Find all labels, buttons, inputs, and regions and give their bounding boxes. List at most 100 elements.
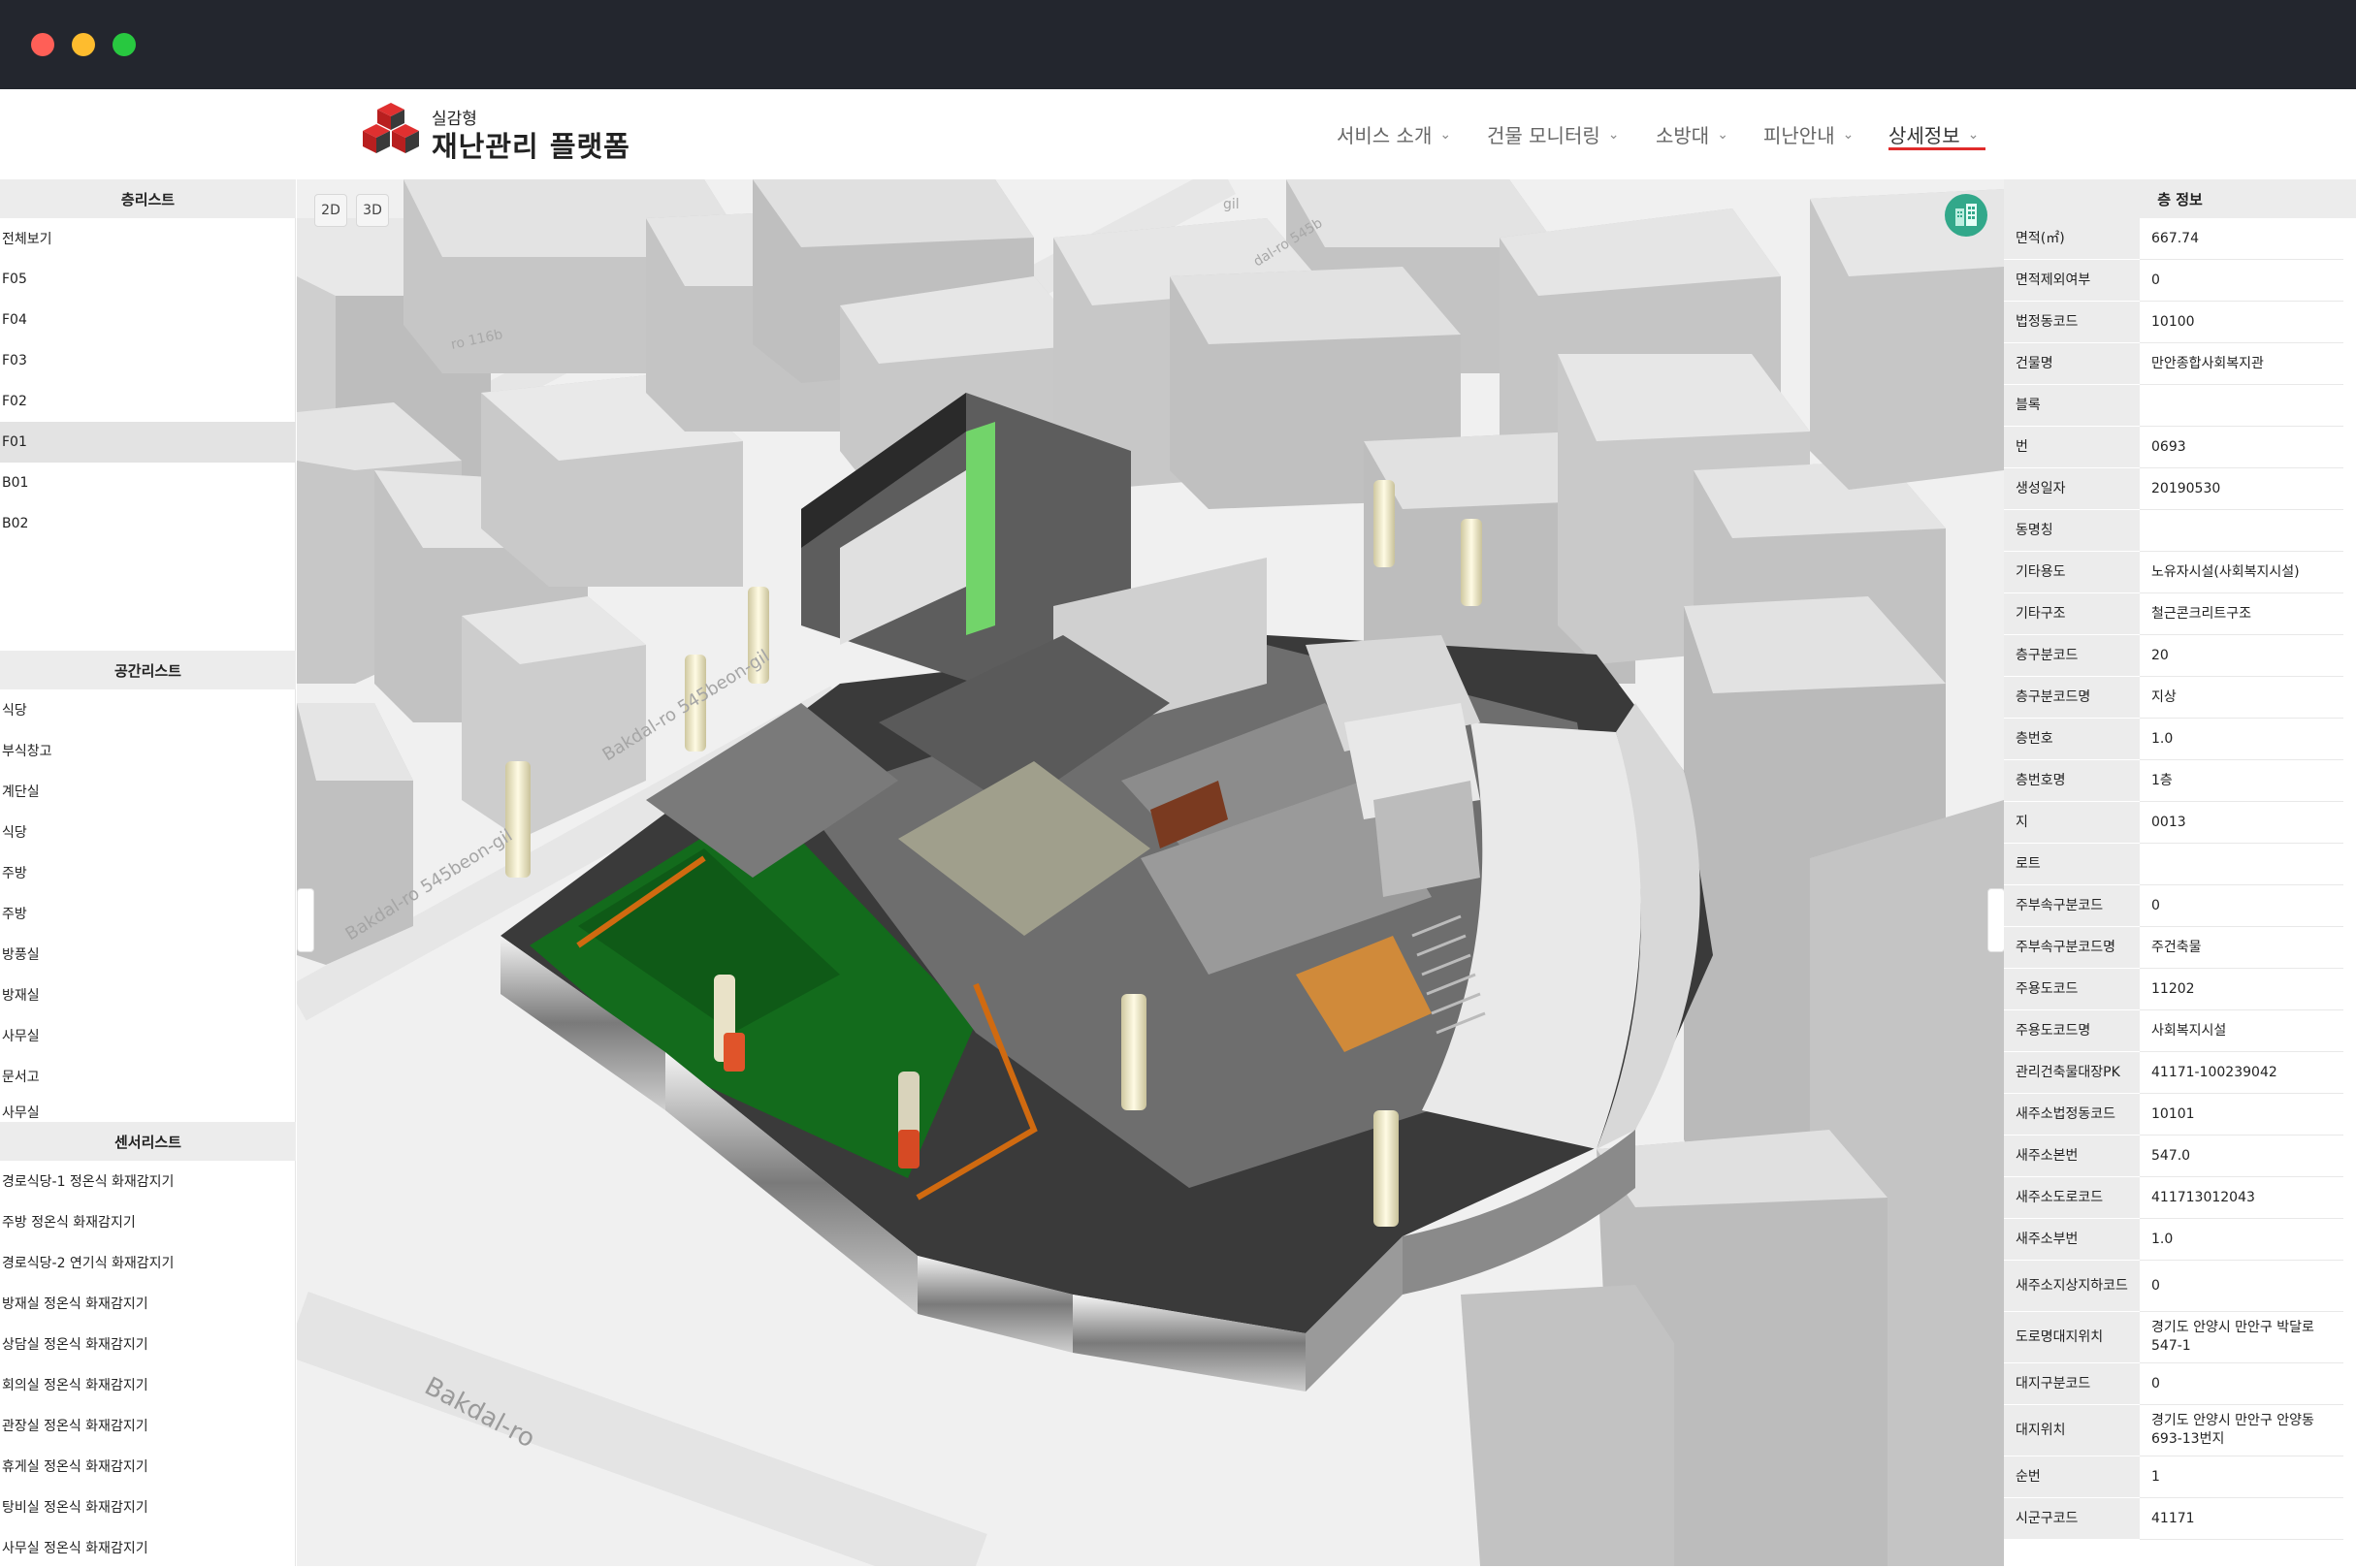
floor-info-key: 건물명 xyxy=(2004,343,2140,385)
floor-item[interactable]: 전체보기 xyxy=(0,218,296,259)
3d-map-viewport[interactable]: Bakdal-ro Bakdal-ro 545beon-gil Bakdal-r… xyxy=(297,179,2004,1566)
sensor-item[interactable]: 사무실 정온식 화재감지기 xyxy=(0,1527,296,1568)
left-panel: 층리스트 전체보기 F05 F04 F03 F02 F01 B01 B02 공간… xyxy=(0,179,296,1566)
floor-info-row: 동명칭 xyxy=(2004,510,2343,552)
column xyxy=(505,761,531,878)
space-item[interactable]: 사무실 xyxy=(0,1015,296,1056)
nav-service-intro[interactable]: 서비스 소개 ⌄ xyxy=(1337,120,1451,148)
left-panel-toggle[interactable] xyxy=(297,888,314,952)
floor-info-row: 주용도코드 11202 xyxy=(2004,969,2343,1010)
nav-fire-brigade[interactable]: 소방대 ⌄ xyxy=(1656,120,1728,148)
space-item[interactable]: 방재실 xyxy=(0,975,296,1015)
floor-info-row: 도로명대지위치 경기도 안양시 만안구 박달로 547-1 xyxy=(2004,1312,2343,1363)
sensor-item[interactable]: 경로식당-1 정온식 화재감지기 xyxy=(0,1161,296,1201)
floor-info-value: 0693 xyxy=(2140,427,2343,468)
floor-info-key: 주용도코드명 xyxy=(2004,1010,2140,1052)
nav-label: 건물 모니터링 xyxy=(1487,124,1600,147)
brand-logo-icon[interactable] xyxy=(357,101,425,159)
floor-info-row: 면적제외여부 0 xyxy=(2004,260,2343,302)
sensor-item[interactable]: 상담실 정온식 화재감지기 xyxy=(0,1324,296,1364)
right-panel-toggle[interactable] xyxy=(1987,888,2005,952)
column xyxy=(724,1033,745,1072)
sensor-item[interactable]: 방재실 정온식 화재감지기 xyxy=(0,1283,296,1324)
floor-info-value: 철근콘크리트구조 xyxy=(2140,593,2343,635)
floor-item[interactable]: F03 xyxy=(0,340,296,381)
floor-info-title: 층 정보 xyxy=(2004,179,2356,218)
chevron-down-icon: ⌄ xyxy=(1439,126,1452,143)
sensor-item[interactable]: 경로식당-2 연기식 화재감지기 xyxy=(0,1242,296,1283)
floor-info-row: 건물명 만안종합사회복지관 xyxy=(2004,343,2343,385)
floor-info-key: 새주소법정동코드 xyxy=(2004,1094,2140,1136)
nav-evacuation-guide[interactable]: 피난안내 ⌄ xyxy=(1763,120,1854,148)
floor-info-value: 만안종합사회복지관 xyxy=(2140,343,2343,385)
view-2d-button[interactable]: 2D xyxy=(314,194,347,227)
floor-info-value: 20 xyxy=(2140,635,2343,677)
floor-info-row: 새주소지상지하코드 0 xyxy=(2004,1261,2343,1312)
space-item[interactable]: 주방 xyxy=(0,893,296,934)
space-list-title: 공간리스트 xyxy=(0,651,296,689)
floor-info-key: 지 xyxy=(2004,802,2140,844)
floor-info-key: 새주소본번 xyxy=(2004,1136,2140,1177)
floor-info-value: 경기도 안양시 만안구 안양동 693-13번지 xyxy=(2140,1405,2343,1456)
floor-info-value: 1 xyxy=(2140,1456,2343,1498)
column xyxy=(1121,994,1146,1110)
nav-label: 피난안내 xyxy=(1763,124,1835,147)
floor-info-key: 순번 xyxy=(2004,1456,2140,1498)
right-panel: 층 정보 면적(㎡) 667.74 면적제외여부 0 법정동코드 10100 건물명 만안종합… xyxy=(2004,179,2356,1566)
floor-info-value: 경기도 안양시 만안구 박달로 547-1 xyxy=(2140,1312,2343,1363)
floor-info-row: 순번 1 xyxy=(2004,1456,2343,1498)
view-3d-button[interactable]: 3D xyxy=(356,194,389,227)
floor-info-value: 0013 xyxy=(2140,802,2343,844)
floor-info-key: 면적(㎡) xyxy=(2004,218,2140,260)
floor-info-row: 층번호 1.0 xyxy=(2004,719,2343,760)
space-item[interactable]: 식당 xyxy=(0,689,296,730)
sensor-item[interactable]: 주방 정온식 화재감지기 xyxy=(0,1201,296,1242)
sensor-item[interactable]: 관장실 정온식 화재감지기 xyxy=(0,1405,296,1446)
space-item[interactable]: 주방 xyxy=(0,852,296,893)
floor-info-row: 새주소법정동코드 10101 xyxy=(2004,1094,2343,1136)
floor-info-row: 기타구조 철근콘크리트구조 xyxy=(2004,593,2343,635)
sensor-item[interactable]: 회의실 정온식 화재감지기 xyxy=(0,1364,296,1405)
building-icon[interactable] xyxy=(1945,194,1987,237)
floor-info-key: 도로명대지위치 xyxy=(2004,1312,2140,1363)
floor-info-row: 주용도코드명 사회복지시설 xyxy=(2004,1010,2343,1052)
floor-item[interactable]: B02 xyxy=(0,503,296,544)
sensor-item[interactable]: 휴게실 정온식 화재감지기 xyxy=(0,1446,296,1487)
floor-info-row: 기타용도 노유자시설(사회복지시설) xyxy=(2004,552,2343,593)
floor-info-value: 411713012043 xyxy=(2140,1177,2343,1219)
floor-info-key: 주부속구분코드 xyxy=(2004,885,2140,927)
minimize-window-button[interactable] xyxy=(72,33,95,56)
floor-list-title: 층리스트 xyxy=(0,179,296,218)
nav-detail-info[interactable]: 상세정보 ⌄ xyxy=(1888,120,1979,148)
sensor-item[interactable]: 탕비실 정온식 화재감지기 xyxy=(0,1487,296,1527)
window-titlebar xyxy=(0,0,2356,89)
space-item[interactable]: 식당 xyxy=(0,812,296,852)
floor-item[interactable]: F02 xyxy=(0,381,296,422)
space-item[interactable]: 방풍실 xyxy=(0,934,296,975)
maximize-window-button[interactable] xyxy=(113,33,136,56)
space-item[interactable]: 문서고 xyxy=(0,1056,296,1097)
floor-info-value: 0 xyxy=(2140,260,2343,302)
floor-info-value: 1.0 xyxy=(2140,719,2343,760)
column xyxy=(1461,519,1482,606)
space-item[interactable]: 계단실 xyxy=(0,771,296,812)
floor-item[interactable]: F04 xyxy=(0,300,296,340)
close-window-button[interactable] xyxy=(31,33,54,56)
floor-info-row: 새주소도로코드 411713012043 xyxy=(2004,1177,2343,1219)
floor-info-key: 새주소도로코드 xyxy=(2004,1177,2140,1219)
3d-building-scene: Bakdal-ro Bakdal-ro 545beon-gil Bakdal-r… xyxy=(297,179,2004,1566)
brand-title[interactable]: 재난관리 플랫폼 xyxy=(432,124,630,165)
nav-building-monitoring[interactable]: 건물 모니터링 ⌄ xyxy=(1487,120,1620,148)
floor-info-row: 면적(㎡) 667.74 xyxy=(2004,218,2343,260)
floor-info-key: 관리건축물대장PK xyxy=(2004,1052,2140,1094)
floor-info-key: 동명칭 xyxy=(2004,510,2140,552)
space-item[interactable]: 사무실 xyxy=(0,1097,296,1122)
floor-info-value: 0 xyxy=(2140,1261,2343,1312)
floor-info-value: 0 xyxy=(2140,1363,2343,1405)
floor-info-row: 층번호명 1층 xyxy=(2004,760,2343,802)
floor-item[interactable]: F05 xyxy=(0,259,296,300)
column xyxy=(1373,480,1395,567)
space-item[interactable]: 부식창고 xyxy=(0,730,296,771)
floor-item[interactable]: B01 xyxy=(0,463,296,503)
floor-item-selected[interactable]: F01 xyxy=(0,422,296,463)
